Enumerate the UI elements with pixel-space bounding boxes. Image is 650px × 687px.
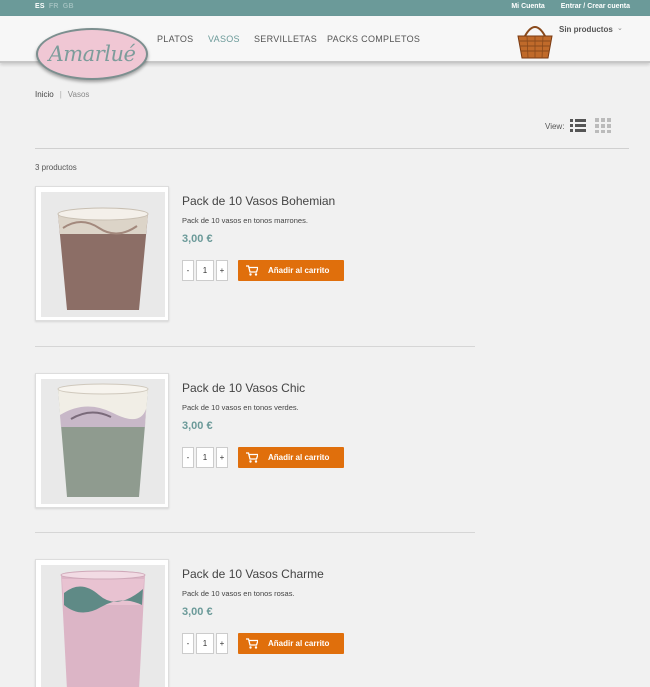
qty-increase-button[interactable]: +: [216, 633, 228, 654]
account-links: Mi Cuenta Entrar / Crear cuenta: [497, 3, 630, 10]
product-description: Pack de 10 vasos en tonos marrones.: [182, 216, 308, 225]
add-to-cart-button[interactable]: Añadir al carrito: [238, 260, 344, 281]
cart-icon: [246, 638, 258, 649]
product-description: Pack de 10 vasos en tonos rosas.: [182, 589, 295, 598]
nav-servilletas[interactable]: SERVILLETAS: [254, 34, 317, 44]
quantity-input[interactable]: 1: [196, 633, 214, 654]
product-item: Pack de 10 Vasos Charme Pack de 10 vasos…: [35, 559, 475, 687]
lang-gb[interactable]: GB: [63, 3, 74, 10]
product-item: Pack de 10 Vasos Chic Pack de 10 vasos e…: [35, 373, 475, 533]
add-to-cart-label: Añadir al carrito: [268, 639, 330, 648]
grid-view-icon[interactable]: [595, 118, 611, 133]
basket-icon[interactable]: [515, 20, 555, 60]
logo[interactable]: Amarlué: [36, 28, 148, 80]
cart-icon: [246, 265, 258, 276]
product-description: Pack de 10 vasos en tonos verdes.: [182, 403, 299, 412]
cup-image: [41, 192, 165, 317]
qty-decrease-button[interactable]: -: [182, 260, 194, 281]
product-thumbnail[interactable]: [35, 186, 169, 321]
my-account-link[interactable]: Mi Cuenta: [511, 3, 544, 10]
language-selector: ES FR GB: [35, 3, 76, 10]
qty-increase-button[interactable]: +: [216, 260, 228, 281]
product-price: 3,00 €: [182, 606, 213, 618]
quantity-input[interactable]: 1: [196, 447, 214, 468]
cup-image: [41, 379, 165, 504]
qty-decrease-button[interactable]: -: [182, 633, 194, 654]
nav-vasos[interactable]: VASOS: [208, 34, 240, 44]
add-to-cart-button[interactable]: Añadir al carrito: [238, 447, 344, 468]
breadcrumb-current: Vasos: [67, 90, 90, 99]
lang-es[interactable]: ES: [35, 3, 45, 10]
product-price: 3,00 €: [182, 233, 213, 245]
breadcrumb-separator: |: [59, 90, 62, 99]
breadcrumb: Inicio | Vasos: [35, 90, 89, 99]
nav-platos[interactable]: PLATOS: [157, 34, 193, 44]
product-price: 3,00 €: [182, 420, 213, 432]
add-to-cart-label: Añadir al carrito: [268, 266, 330, 275]
product-name[interactable]: Pack de 10 Vasos Chic: [182, 381, 305, 395]
add-to-cart-button[interactable]: Añadir al carrito: [238, 633, 344, 654]
divider: [35, 148, 629, 149]
cup-image: [41, 565, 165, 687]
product-thumbnail[interactable]: [35, 373, 169, 508]
divider: [35, 346, 475, 347]
view-label: View:: [545, 122, 565, 131]
quantity-input[interactable]: 1: [196, 260, 214, 281]
product-count: 3 productos: [35, 163, 77, 172]
product-item: Pack de 10 Vasos Bohemian Pack de 10 vas…: [35, 186, 475, 346]
product-thumbnail[interactable]: [35, 559, 169, 687]
breadcrumb-home[interactable]: Inicio: [35, 90, 54, 99]
lang-fr[interactable]: FR: [49, 3, 59, 10]
logo-text: Amarlué: [48, 42, 136, 66]
header: Amarlué PLATOS VASOS SERVILLETAS PACKS C…: [0, 16, 650, 80]
product-name[interactable]: Pack de 10 Vasos Charme: [182, 567, 324, 581]
qty-increase-button[interactable]: +: [216, 447, 228, 468]
divider: [35, 532, 475, 533]
nav-packs-completos[interactable]: PACKS COMPLETOS: [327, 34, 420, 44]
cart-summary[interactable]: Sin productos: [559, 25, 613, 34]
chevron-down-icon[interactable]: ⌄: [617, 24, 623, 32]
top-bar: ES FR GB Mi Cuenta Entrar / Crear cuenta: [0, 0, 650, 16]
cart-icon: [246, 452, 258, 463]
product-name[interactable]: Pack de 10 Vasos Bohemian: [182, 194, 335, 208]
list-view-icon[interactable]: [570, 118, 586, 133]
qty-decrease-button[interactable]: -: [182, 447, 194, 468]
login-link[interactable]: Entrar / Crear cuenta: [561, 3, 630, 10]
add-to-cart-label: Añadir al carrito: [268, 453, 330, 462]
